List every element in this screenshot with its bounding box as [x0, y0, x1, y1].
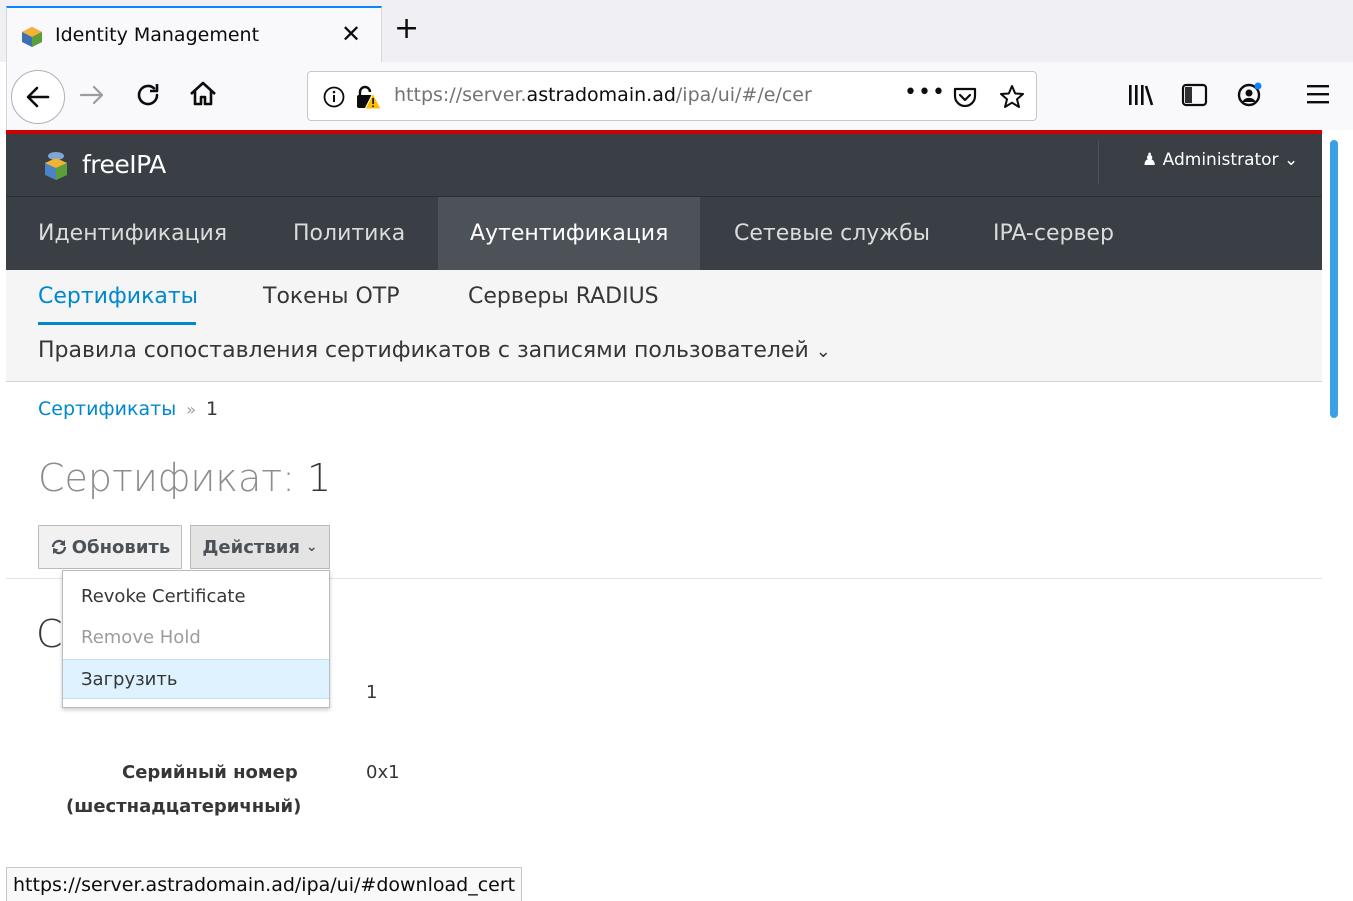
chevron-down-icon: ⌄	[305, 539, 318, 555]
arrow-left-icon	[26, 86, 50, 108]
serial-number-hex-label: (шестнадцатеричный)	[66, 796, 302, 817]
reload-icon	[137, 84, 159, 106]
browser-tab[interactable]: Identity Management ✕	[6, 6, 382, 62]
section-heading: C	[36, 612, 63, 656]
active-tab-underline	[38, 322, 196, 325]
home-icon	[190, 81, 216, 106]
brand-name[interactable]: freeIPA	[82, 150, 166, 179]
main-navigation: Идентификация Политика Аутентификация Се…	[6, 196, 1322, 271]
nav-authentication[interactable]: Аутентификация	[438, 197, 700, 271]
user-name: Administrator	[1162, 150, 1279, 170]
breadcrumb-link-certificates[interactable]: Сертификаты	[38, 398, 176, 420]
star-icon[interactable]	[998, 83, 1026, 111]
url-bar[interactable]: https://server.astradomain.ad/ipa/ui/#/e…	[307, 71, 1037, 121]
freeipa-logo-icon[interactable]	[40, 150, 72, 180]
reload-button[interactable]	[133, 80, 163, 110]
menu-item-download[interactable]: Загрузить	[63, 659, 329, 699]
page-title-value: 1	[294, 456, 332, 500]
hamburger-menu-icon[interactable]	[1305, 82, 1331, 106]
chevron-down-icon: ⌄	[1283, 150, 1299, 170]
tab-radius-servers[interactable]: Серверы RADIUS	[468, 284, 659, 309]
field-value: 1	[366, 682, 378, 703]
freeipa-favicon-icon	[21, 26, 43, 48]
page-title-prefix: Сертификат:	[38, 456, 295, 500]
chevron-down-icon: ⌄	[815, 341, 831, 362]
masthead: freeIPA ♟ Administrator ⌄	[6, 134, 1322, 196]
page-actions-more-icon[interactable]: •••	[904, 80, 946, 105]
tab-otp-tokens[interactable]: Токены OTP	[263, 284, 400, 309]
browser-toolbar: https://server.astradomain.ad/ipa/ui/#/e…	[6, 62, 1353, 132]
pocket-icon[interactable]	[952, 84, 978, 110]
arrow-right-icon	[79, 85, 104, 105]
menu-item-revoke-certificate[interactable]: Revoke Certificate	[63, 577, 329, 617]
sub-navigation: Сертификаты Токены OTP Серверы RADIUS Пр…	[6, 270, 1322, 382]
tab-cert-mapping-rules[interactable]: Правила сопоставления сертификатов с зап…	[38, 338, 831, 363]
new-tab-button[interactable]: +	[394, 12, 419, 46]
scrollbar-thumb[interactable]	[1330, 140, 1338, 418]
breadcrumb: Сертификаты » 1	[38, 398, 218, 420]
menu-item-remove-hold: Remove Hold	[81, 627, 201, 648]
app-viewport: freeIPA ♟ Administrator ⌄ Идентификация …	[6, 130, 1322, 901]
page-title: Сертификат: 1	[38, 456, 331, 500]
refresh-button[interactable]: Обновить	[38, 525, 182, 569]
tab-certificates[interactable]: Сертификаты	[38, 284, 198, 309]
nav-identity[interactable]: Идентификация	[38, 197, 227, 271]
status-bar-url: https://server.astradomain.ad/ipa/ui/#do…	[6, 867, 523, 901]
nav-policy[interactable]: Политика	[293, 197, 405, 271]
library-icon[interactable]	[1127, 82, 1155, 108]
tab-close-icon[interactable]: ✕	[341, 20, 361, 48]
back-button[interactable]	[11, 70, 65, 124]
home-button[interactable]	[187, 78, 219, 110]
user-menu[interactable]: ♟ Administrator ⌄	[1142, 150, 1298, 170]
forward-button[interactable]	[77, 80, 107, 110]
browser-tab-strip: Identity Management ✕ +	[0, 0, 1353, 62]
url-text[interactable]: https://server.astradomain.ad/ipa/ui/#/e…	[394, 84, 844, 106]
actions-dropdown-button[interactable]: Действия ⌄	[190, 525, 330, 569]
serial-number-label: Серийный номер	[122, 762, 298, 783]
nav-network-services[interactable]: Сетевые службы	[734, 197, 930, 271]
nav-ipa-server[interactable]: IPA-сервер	[993, 197, 1114, 271]
info-icon[interactable]	[322, 85, 346, 109]
account-icon[interactable]	[1235, 80, 1265, 110]
user-icon: ♟	[1142, 150, 1158, 170]
refresh-button-label: Обновить	[71, 536, 171, 558]
serial-number-value: 0x1	[366, 762, 400, 783]
actions-button-label: Действия	[202, 536, 300, 558]
refresh-icon	[51, 539, 66, 555]
breadcrumb-current: 1	[206, 398, 219, 420]
sidebar-icon[interactable]	[1181, 82, 1209, 108]
tab-title: Identity Management	[55, 24, 260, 46]
actions-dropdown-menu: Revoke Certificate Remove Hold Загрузить	[62, 570, 330, 708]
breadcrumb-separator: »	[186, 400, 197, 419]
masthead-divider	[1098, 140, 1099, 184]
tab-cert-mapping-rules-label: Правила сопоставления сертификатов с зап…	[38, 338, 809, 363]
insecure-lock-icon[interactable]	[354, 83, 382, 111]
